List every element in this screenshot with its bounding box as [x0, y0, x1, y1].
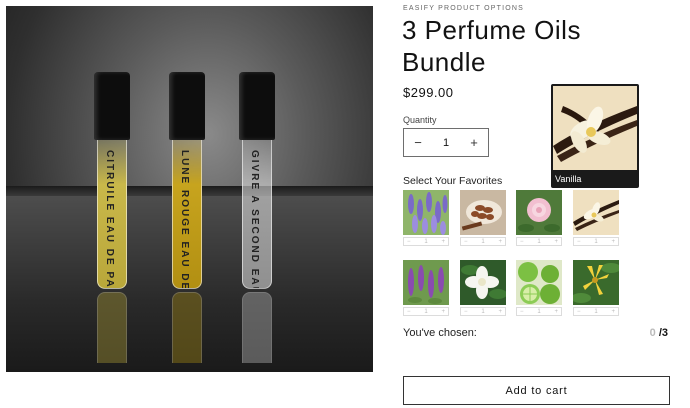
swatch-lime[interactable]: − 1 + [516, 260, 562, 316]
ylang-icon[interactable] [573, 260, 619, 305]
vial-2-label: LUNE ROUGE EAU DE PARFUM [179, 150, 190, 289]
swatch-lime-stepper: − 1 + [516, 307, 562, 316]
swatch-peony[interactable]: − 1 + [516, 190, 562, 246]
swatch-salvia[interactable]: − 1 + [403, 260, 449, 316]
step-minus[interactable]: − [407, 309, 411, 315]
product-title: 3 Perfume Oils Bundle [402, 15, 581, 77]
vial-3-reflection [239, 292, 275, 363]
swatch-ylang[interactable]: − 1 + [573, 260, 619, 316]
step-minus[interactable]: − [577, 309, 581, 315]
quantity-decrease-button[interactable]: − [404, 135, 432, 150]
swatch-vanilla-stepper: − 1 + [573, 237, 619, 246]
swatch-preview-name: Vanilla [555, 174, 582, 184]
swatch-peony-stepper: − 1 + [516, 237, 562, 246]
swatch-vanilla[interactable]: − 1 + [573, 190, 619, 246]
vial-2: LUNE ROUGE EAU DE PARFUM [169, 72, 205, 289]
step-qty[interactable]: 1 [594, 309, 597, 315]
step-minus[interactable]: − [464, 309, 468, 315]
swatch-ylang-stepper: − 1 + [573, 307, 619, 316]
step-qty[interactable]: 1 [424, 239, 427, 245]
chosen-counter: 0 /3 [650, 327, 668, 339]
vanilla-icon[interactable] [573, 190, 619, 235]
quantity-increase-button[interactable]: + [460, 135, 488, 150]
swatch-salvia-stepper: − 1 + [403, 307, 449, 316]
step-plus[interactable]: + [441, 309, 445, 315]
vial-3: GIVRE A SECOND EAU DE PARFUM [239, 72, 275, 289]
quantity-value[interactable]: 1 [432, 137, 460, 149]
step-qty[interactable]: 1 [481, 309, 484, 315]
step-plus[interactable]: + [498, 309, 502, 315]
step-plus[interactable]: + [441, 239, 445, 245]
chosen-count: 0 [649, 327, 656, 339]
step-plus[interactable]: + [498, 239, 502, 245]
favorites-label: Select Your Favorites [403, 175, 503, 187]
gardenia-icon[interactable] [460, 260, 506, 305]
chosen-max: /3 [658, 327, 668, 339]
swatch-lavender[interactable]: − 1 + [403, 190, 449, 246]
step-minus[interactable]: − [464, 239, 468, 245]
step-plus[interactable]: + [554, 239, 558, 245]
step-qty[interactable]: 1 [594, 239, 597, 245]
vial-3-label: GIVRE A SECOND EAU DE PARFUM [249, 150, 260, 289]
swatch-gardenia-stepper: − 1 + [460, 307, 506, 316]
quantity-stepper: − 1 + [403, 128, 489, 157]
step-qty[interactable]: 1 [424, 309, 427, 315]
vial-2-reflection [169, 292, 205, 363]
step-minus[interactable]: − [520, 239, 524, 245]
swatch-preview-popup: Vanilla [551, 84, 639, 188]
step-minus[interactable]: − [520, 309, 524, 315]
vial-1-label: CITRUILE EAU DE PARFUM [104, 150, 115, 289]
step-plus[interactable]: + [611, 239, 615, 245]
step-plus[interactable]: + [611, 309, 615, 315]
step-qty[interactable]: 1 [481, 239, 484, 245]
step-qty[interactable]: 1 [537, 309, 540, 315]
vendor-label: EASIFY PRODUCT OPTIONS [403, 5, 525, 12]
swatch-cinnamon[interactable]: − 1 + [460, 190, 506, 246]
step-qty[interactable]: 1 [537, 239, 540, 245]
lavender-icon[interactable] [403, 190, 449, 235]
chosen-label: You've chosen: [403, 327, 477, 339]
swatch-lavender-stepper: − 1 + [403, 237, 449, 246]
vial-1-reflection [94, 292, 130, 363]
vanilla-icon [553, 86, 637, 170]
product-image[interactable]: CITRUILE EAU DE PARFUM LUNE ROUGE EAU DE… [6, 6, 373, 372]
salvia-icon[interactable] [403, 260, 449, 305]
step-minus[interactable]: − [577, 239, 581, 245]
swatch-gardenia[interactable]: − 1 + [460, 260, 506, 316]
quantity-label: Quantity [403, 115, 437, 125]
step-plus[interactable]: + [554, 309, 558, 315]
add-to-cart-button[interactable]: Add to cart [403, 376, 670, 405]
peony-icon[interactable] [516, 190, 562, 235]
lime-icon[interactable] [516, 260, 562, 305]
product-price: $299.00 [403, 85, 454, 100]
step-minus[interactable]: − [407, 239, 411, 245]
vial-1: CITRUILE EAU DE PARFUM [94, 72, 130, 289]
cinnamon-icon[interactable] [460, 190, 506, 235]
swatch-cinnamon-stepper: − 1 + [460, 237, 506, 246]
